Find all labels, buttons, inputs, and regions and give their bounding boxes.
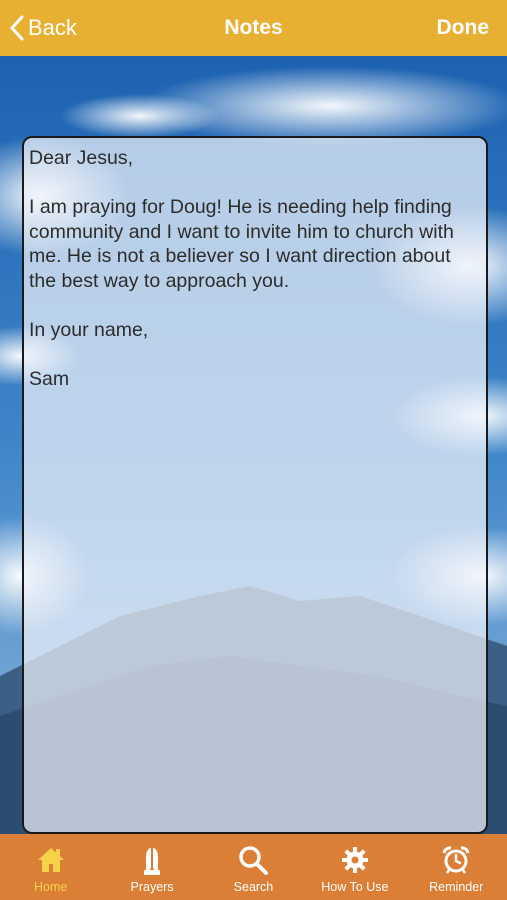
tab-bar: Home Prayers Search How To Use Reminder	[0, 834, 507, 900]
tab-label-how-to-use: How To Use	[321, 880, 389, 894]
back-button[interactable]: Back	[10, 0, 77, 56]
back-label: Back	[28, 15, 77, 40]
done-button[interactable]: Done	[437, 0, 490, 56]
tab-reminder[interactable]: Reminder	[406, 834, 507, 900]
tab-search[interactable]: Search	[203, 834, 304, 900]
navigation-bar: Back Notes Done	[0, 0, 507, 56]
chevron-left-icon	[10, 15, 24, 41]
tab-label-search: Search	[233, 880, 274, 894]
tab-label-home: Home	[34, 880, 68, 894]
search-icon	[238, 843, 269, 877]
tab-label-prayers: Prayers	[130, 880, 174, 894]
praying-hands-icon	[138, 843, 166, 877]
home-icon	[36, 843, 66, 877]
gear-icon	[341, 843, 369, 877]
tab-label-reminder: Reminder	[429, 880, 484, 894]
note-editor[interactable]: Dear Jesus, I am praying for Doug! He is…	[22, 136, 488, 834]
tab-home[interactable]: Home	[0, 834, 101, 900]
tab-how-to-use[interactable]: How To Use	[304, 834, 405, 900]
tab-prayers[interactable]: Prayers	[102, 834, 203, 900]
alarm-clock-icon	[441, 843, 471, 877]
note-text[interactable]: Dear Jesus, I am praying for Doug! He is…	[29, 146, 481, 391]
